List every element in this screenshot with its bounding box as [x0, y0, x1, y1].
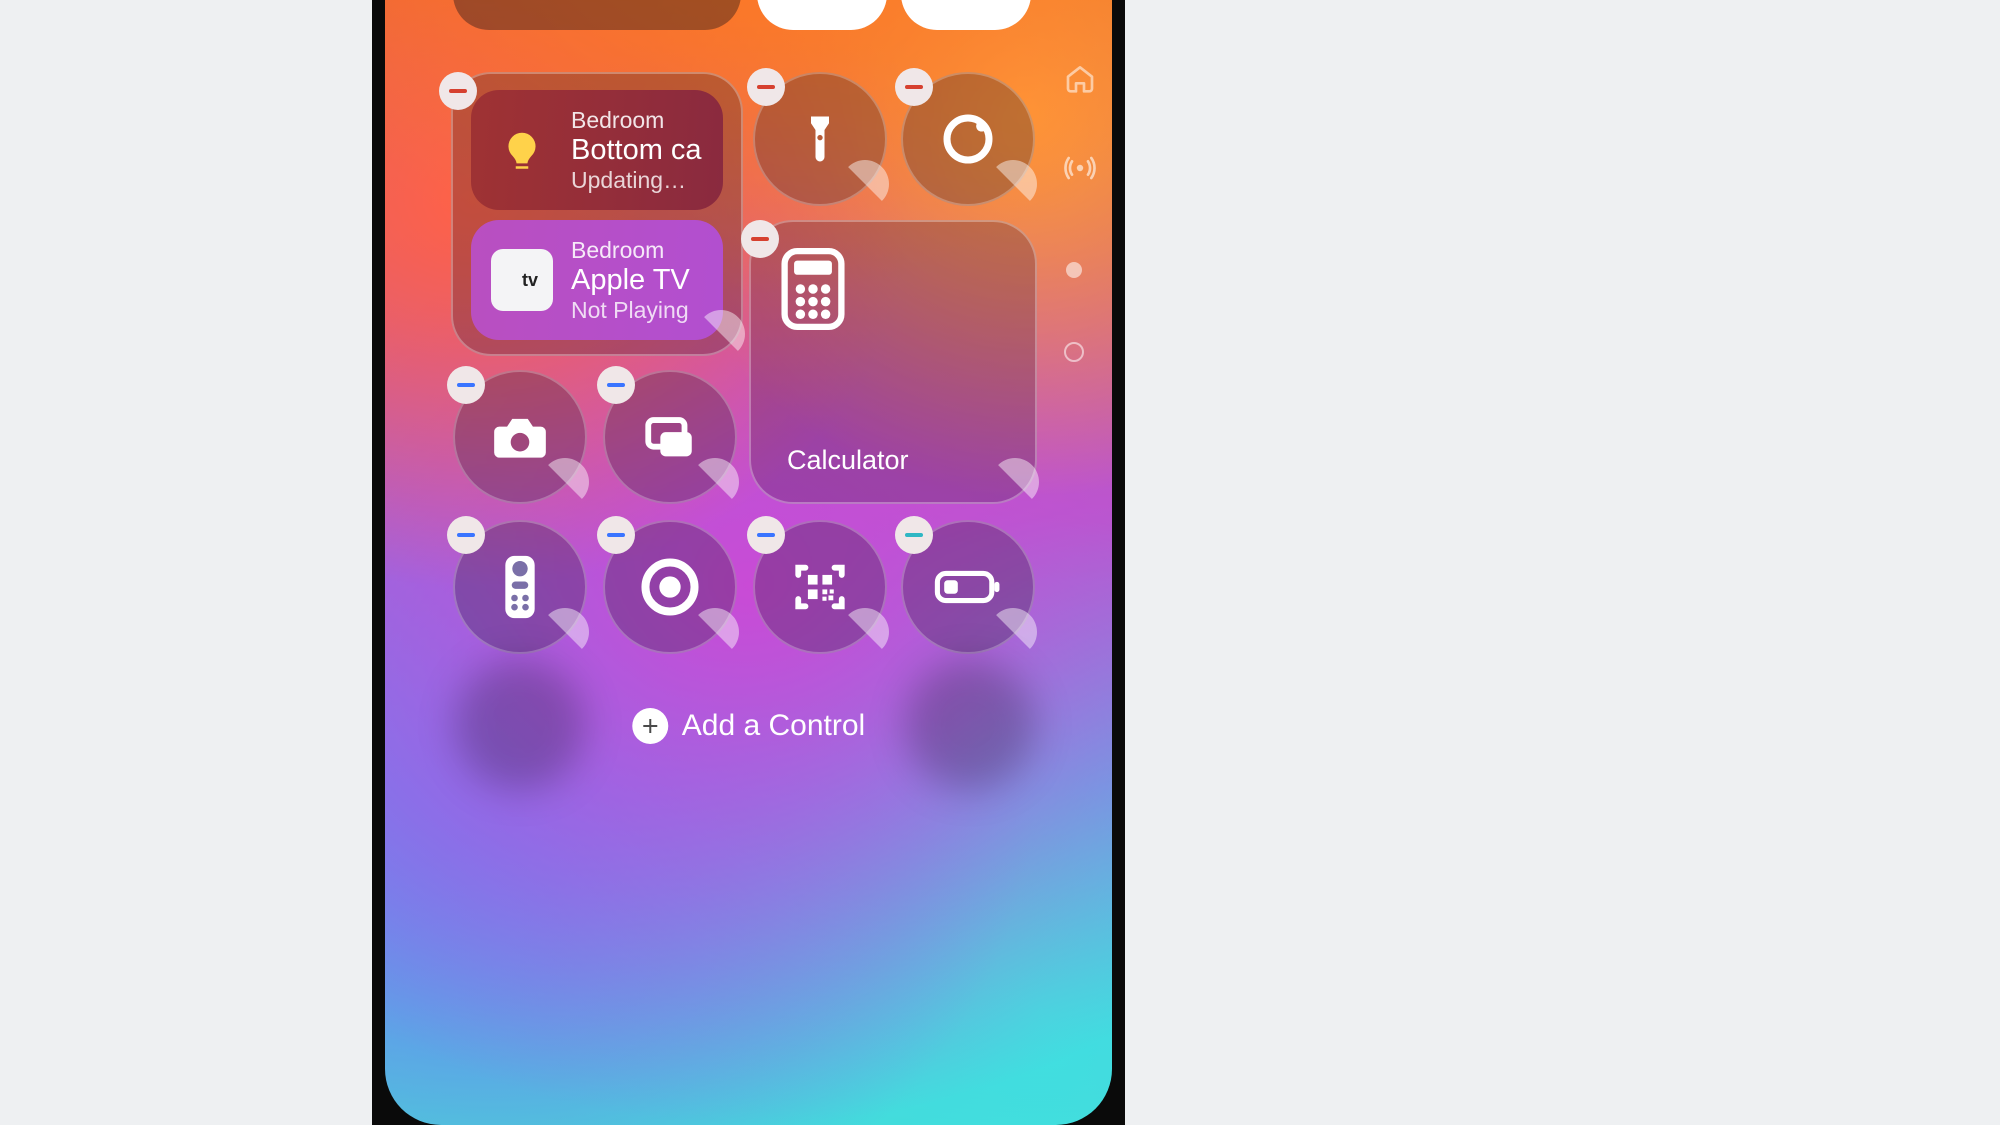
home-row-status: Updating…	[571, 167, 703, 194]
add-control-button[interactable]: Add a Control	[632, 708, 865, 744]
bulb-icon	[491, 119, 553, 181]
home-row-room: Bedroom	[571, 107, 703, 134]
page-dot-outline[interactable]	[1054, 332, 1094, 372]
home-widget[interactable]: Bedroom Bottom cand Updating… tv Bedroom…	[451, 72, 743, 356]
calculator-control[interactable]: Calculator	[749, 220, 1037, 504]
home-row2-name: Apple TV	[571, 264, 690, 297]
remove-badge[interactable]	[597, 516, 635, 554]
appletv-icon: tv	[491, 249, 553, 311]
remove-badge[interactable]	[895, 516, 933, 554]
add-control-label: Add a Control	[682, 709, 865, 743]
flashlight-control[interactable]	[753, 72, 887, 206]
remote-control[interactable]	[453, 520, 587, 654]
page-dot-filled[interactable]	[1054, 250, 1094, 290]
remove-badge[interactable]	[747, 68, 785, 106]
remove-badge[interactable]	[895, 68, 933, 106]
remove-badge[interactable]	[741, 220, 779, 258]
resize-handle[interactable]	[989, 608, 1037, 656]
remove-badge[interactable]	[439, 72, 477, 110]
control-center-screen: Bedroom Bottom cand Updating… tv Bedroom…	[385, 0, 1112, 1125]
remove-badge[interactable]	[447, 366, 485, 404]
remove-badge[interactable]	[747, 516, 785, 554]
camera-control[interactable]	[453, 370, 587, 504]
decorative-blur	[905, 660, 1035, 790]
calculator-icon	[781, 248, 845, 335]
connectivity-icon[interactable]	[1060, 148, 1100, 188]
resize-handle[interactable]	[841, 608, 889, 656]
low-power-control[interactable]	[901, 520, 1035, 654]
screen-mirroring-control[interactable]	[603, 370, 737, 504]
home-row-name: Bottom cand	[571, 134, 703, 167]
home-icon[interactable]	[1060, 58, 1100, 98]
resize-handle[interactable]	[989, 160, 1037, 208]
music-widget-peek[interactable]	[453, 0, 741, 30]
resize-handle[interactable]	[691, 458, 739, 506]
home-row2-status: Not Playing	[571, 297, 690, 324]
resize-handle[interactable]	[541, 458, 589, 506]
timer-control[interactable]	[901, 72, 1035, 206]
resize-handle[interactable]	[541, 608, 589, 656]
qr-scan-control[interactable]	[753, 520, 887, 654]
resize-handle[interactable]	[841, 160, 889, 208]
brightness-slider-peek[interactable]	[757, 0, 887, 30]
phone-frame: Bedroom Bottom cand Updating… tv Bedroom…	[372, 0, 1125, 1125]
calculator-label: Calculator	[787, 445, 909, 476]
home-row2-room: Bedroom	[571, 237, 690, 264]
resize-handle[interactable]	[691, 608, 739, 656]
resize-handle[interactable]	[697, 310, 745, 358]
decorative-blur	[455, 660, 585, 790]
volume-slider-peek[interactable]	[901, 0, 1031, 30]
remove-badge[interactable]	[447, 516, 485, 554]
svg-text:tv: tv	[522, 270, 538, 290]
resize-handle[interactable]	[991, 458, 1039, 506]
home-row-appletv[interactable]: tv Bedroom Apple TV Not Playing	[471, 220, 723, 340]
screen-record-control[interactable]	[603, 520, 737, 654]
remove-badge[interactable]	[597, 366, 635, 404]
home-row-light[interactable]: Bedroom Bottom cand Updating…	[471, 90, 723, 210]
plus-circle-icon	[632, 708, 668, 744]
